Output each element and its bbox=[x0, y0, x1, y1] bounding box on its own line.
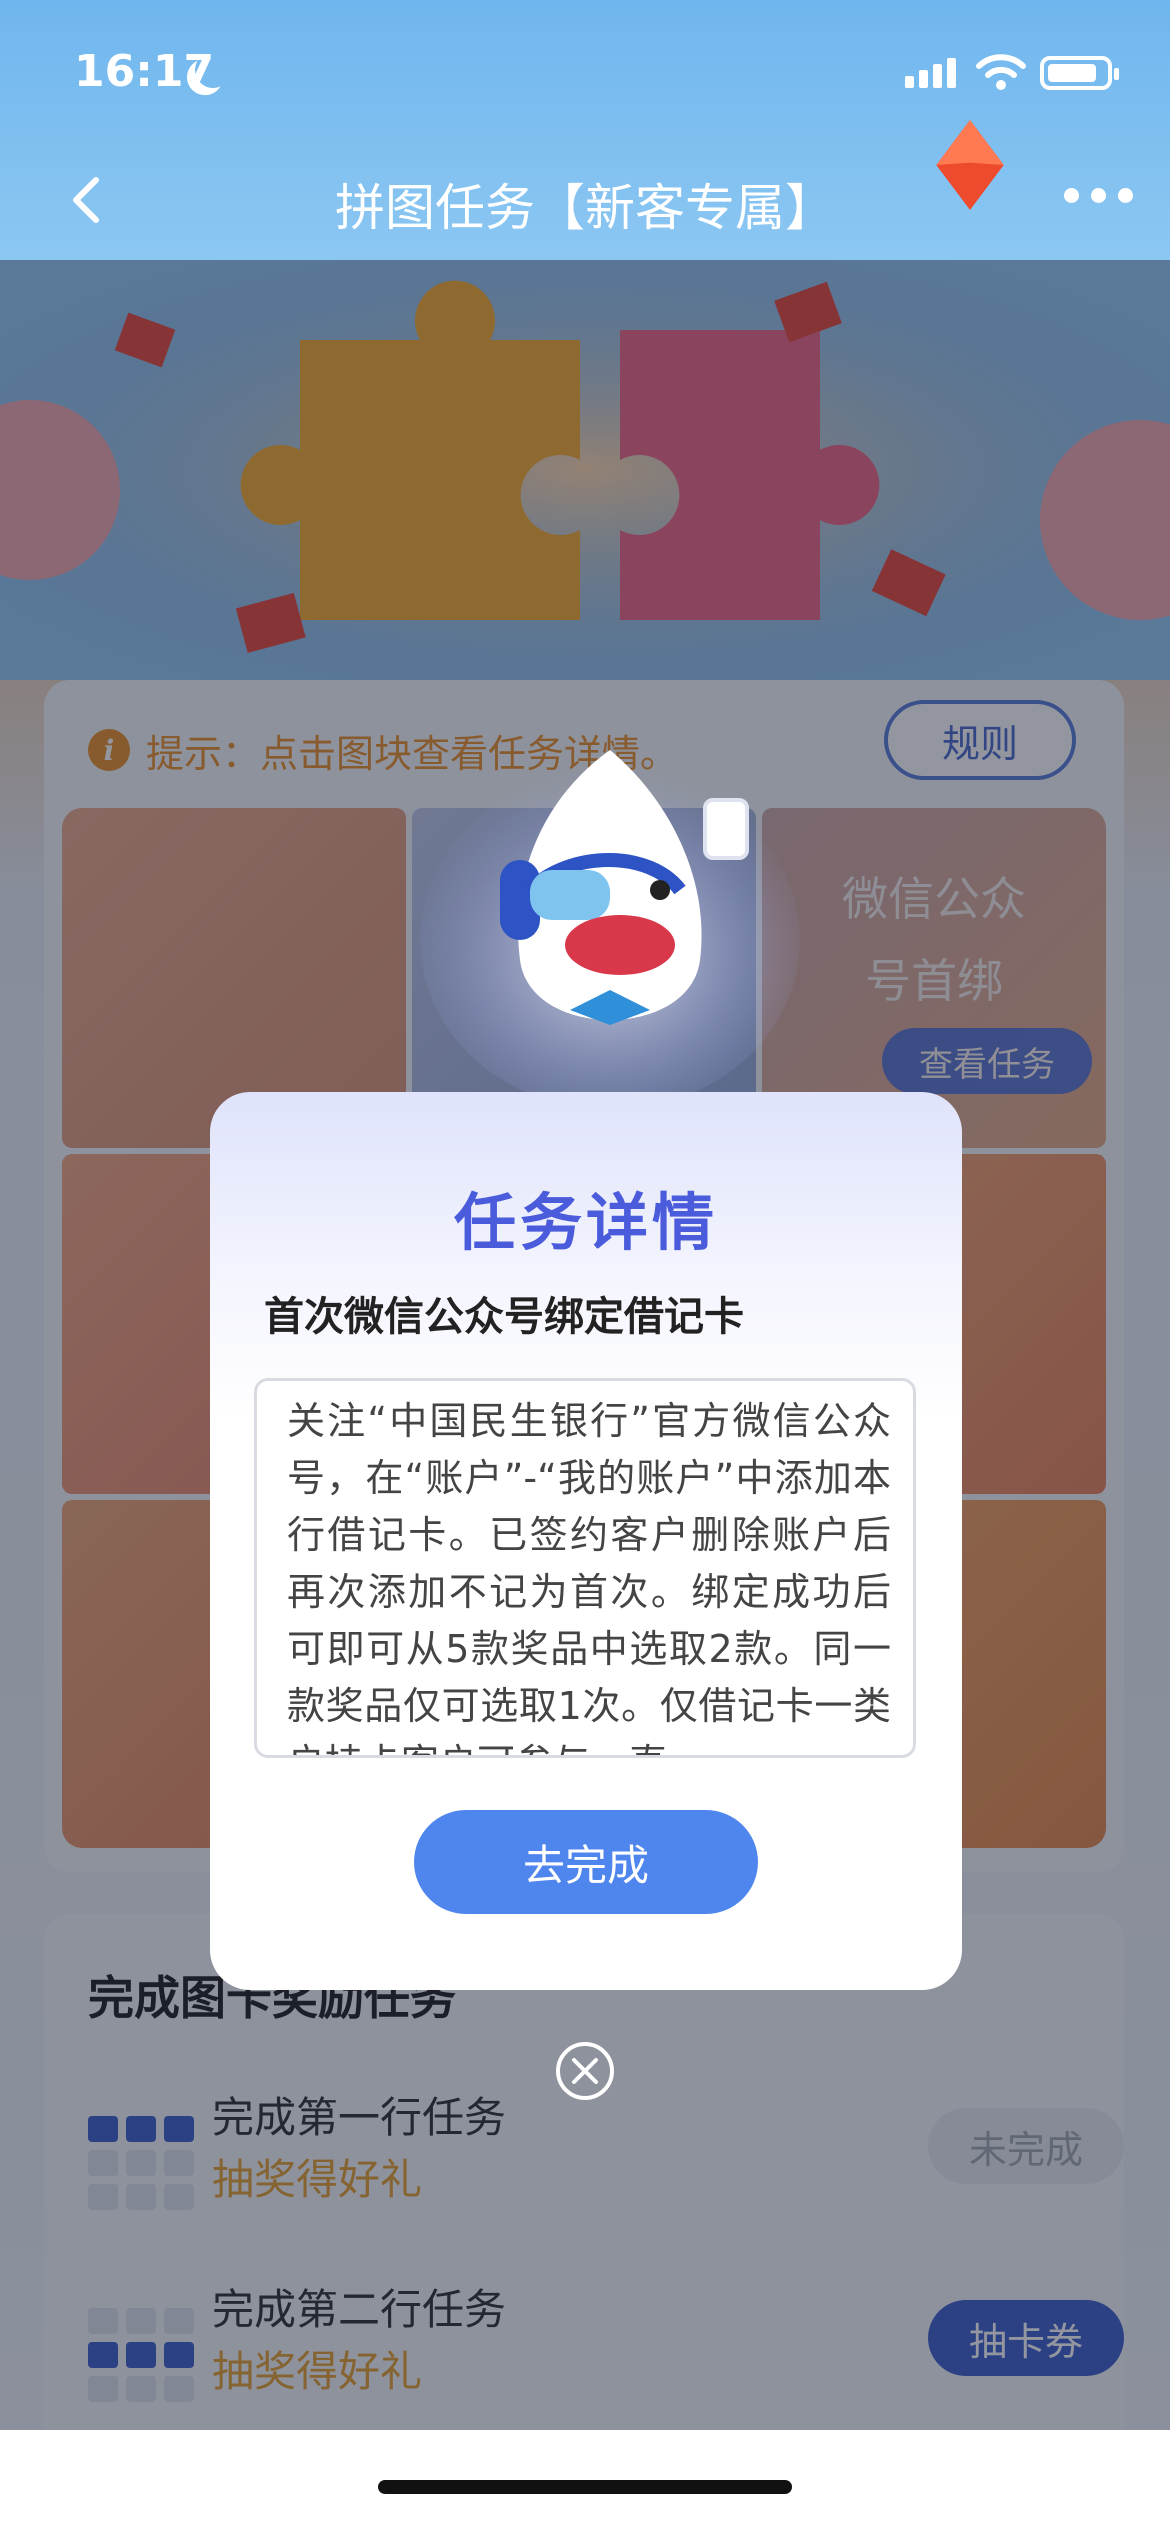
task-detail-modal: 任务详情 首次微信公众号绑定借记卡 关注“中国民生银行”官方微信公众号，在“账户… bbox=[210, 1092, 962, 1990]
modal-subtitle: 首次微信公众号绑定借记卡 bbox=[264, 1294, 744, 1340]
status-time: 16:17 bbox=[74, 46, 215, 97]
red-envelope-icon[interactable] bbox=[935, 120, 1005, 210]
home-indicator[interactable] bbox=[378, 2480, 792, 2494]
task-description: 关注“中国民生银行”官方微信公众号，在“账户”-“我的账户”中添加本行借记卡。已… bbox=[287, 1399, 891, 1755]
more-icon[interactable] bbox=[1064, 188, 1133, 203]
battery-icon bbox=[1040, 56, 1119, 90]
close-icon[interactable] bbox=[554, 2040, 616, 2102]
modal-title: 任务详情 bbox=[453, 1186, 718, 1259]
task-description-box[interactable]: 关注“中国民生银行”官方微信公众号，在“账户”-“我的账户”中添加本行借记卡。已… bbox=[254, 1378, 916, 1758]
signal-icon bbox=[905, 58, 956, 88]
nav-bar: 拼图任务【新客专属】 bbox=[0, 120, 1170, 250]
mascot-illustration bbox=[420, 750, 800, 1100]
status-bar: 16:17 bbox=[0, 0, 1170, 140]
wifi-icon bbox=[976, 54, 1026, 90]
go-complete-button[interactable]: 去完成 bbox=[414, 1810, 758, 1914]
